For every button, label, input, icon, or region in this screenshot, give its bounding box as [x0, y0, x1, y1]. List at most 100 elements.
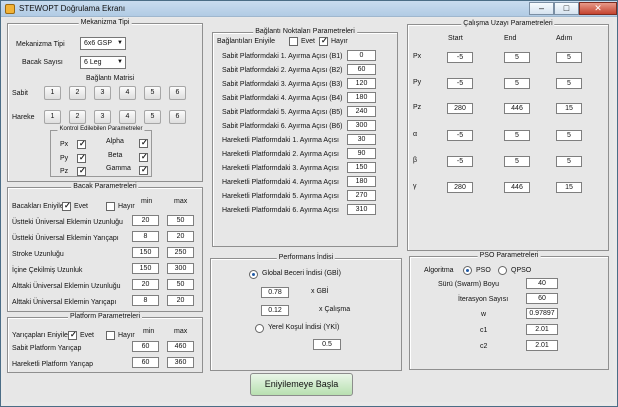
- optimize-connections-no-label: Hayır: [331, 38, 348, 45]
- connection-row-label: Hareketli Platformdaki 3. Ayırma Açısı: [222, 165, 339, 172]
- connection-row-input[interactable]: 0: [347, 50, 376, 61]
- moving-platform-radius-min-input[interactable]: 60: [132, 357, 159, 368]
- fixed-platform-radius-max-input[interactable]: 460: [167, 341, 194, 352]
- fixed-platform-radius-min-input[interactable]: 60: [132, 341, 159, 352]
- leg-row-label: İçine Çekilmiş Uzunluk: [12, 267, 83, 274]
- fixed-point-5[interactable]: 5: [144, 86, 161, 100]
- optimize-radii-no-checkbox[interactable]: [106, 331, 115, 340]
- param-py-checkbox[interactable]: [77, 153, 86, 163]
- workspace-step-input[interactable]: 15: [556, 182, 582, 193]
- pso-radio[interactable]: [463, 266, 472, 275]
- moving-point-2[interactable]: 2: [69, 110, 86, 124]
- param-gamma-checkbox[interactable]: [139, 165, 148, 175]
- moving-platform-radius-max-input[interactable]: 360: [167, 357, 194, 368]
- workspace-start-input[interactable]: -5: [447, 52, 473, 63]
- connection-row-label: Hareketli Platformdaki 2. Ayırma Açısı: [222, 151, 339, 158]
- param-beta-checkbox[interactable]: [139, 152, 148, 162]
- pso-row-input[interactable]: 60: [526, 293, 558, 304]
- fixed-point-2[interactable]: 2: [69, 86, 86, 100]
- fixed-point-3[interactable]: 3: [94, 86, 111, 100]
- connection-row-input[interactable]: 180: [347, 92, 376, 103]
- leg-count-dropdown[interactable]: 6 Leg: [80, 56, 126, 69]
- pso-row-input[interactable]: 2.01: [526, 324, 558, 335]
- connection-row-input[interactable]: 150: [347, 162, 376, 173]
- param-px-checkbox[interactable]: [77, 139, 86, 149]
- fixed-point-1[interactable]: 1: [44, 86, 61, 100]
- leg-row-min-input[interactable]: 20: [132, 215, 159, 226]
- workspace-start-input[interactable]: 280: [447, 182, 473, 193]
- local-index-radio[interactable]: [255, 324, 264, 333]
- gbi-weight-input[interactable]: 0.78: [261, 287, 289, 298]
- optimize-legs-yes-checkbox[interactable]: [62, 201, 71, 211]
- moving-point-5[interactable]: 5: [144, 110, 161, 124]
- param-px-label: Px: [60, 141, 69, 148]
- workspace-end-input[interactable]: 446: [504, 182, 530, 193]
- workspace-start-input[interactable]: 280: [447, 103, 473, 114]
- leg-row-max-input[interactable]: 20: [167, 295, 194, 306]
- workspace-start-input[interactable]: -5: [447, 130, 473, 141]
- leg-row-min-input[interactable]: 8: [132, 231, 159, 242]
- connection-row-input[interactable]: 240: [347, 106, 376, 117]
- title-bar[interactable]: STEWOPT Doğrulama Ekranı – □ ✕: [1, 1, 617, 17]
- pso-row-input[interactable]: 40: [526, 278, 558, 289]
- pso-row-input[interactable]: 2.01: [526, 340, 558, 351]
- optimize-connections-no-checkbox[interactable]: [319, 36, 328, 46]
- leg-row-min-input[interactable]: 150: [132, 263, 159, 274]
- connection-row-input[interactable]: 30: [347, 134, 376, 145]
- workspace-end-input[interactable]: 5: [504, 130, 530, 141]
- workspace-step-input[interactable]: 5: [556, 52, 582, 63]
- pso-row-label: c2: [480, 343, 488, 350]
- workspace-end-input[interactable]: 5: [504, 156, 530, 167]
- leg-row-max-input[interactable]: 20: [167, 231, 194, 242]
- start-optimization-button[interactable]: Eniyilemeye Başla: [250, 373, 353, 396]
- connection-row-input[interactable]: 300: [347, 120, 376, 131]
- connection-row-input[interactable]: 90: [347, 148, 376, 159]
- moving-point-6[interactable]: 6: [169, 110, 186, 124]
- leg-row-max-input[interactable]: 50: [167, 279, 194, 290]
- maximize-button[interactable]: □: [554, 2, 579, 15]
- leg-row-max-input[interactable]: 250: [167, 247, 194, 258]
- workspace-end-input[interactable]: 5: [504, 78, 530, 89]
- workspace-end-input[interactable]: 446: [504, 103, 530, 114]
- moving-point-4[interactable]: 4: [119, 110, 136, 124]
- leg-row-min-input[interactable]: 150: [132, 247, 159, 258]
- qpso-radio[interactable]: [498, 266, 507, 275]
- param-pz-checkbox[interactable]: [77, 166, 86, 176]
- close-button[interactable]: ✕: [579, 2, 617, 15]
- connection-row-input[interactable]: 60: [347, 64, 376, 75]
- leg-row-max-input[interactable]: 300: [167, 263, 194, 274]
- optimize-connections-yes-checkbox[interactable]: [289, 37, 298, 46]
- leg-row-max-input[interactable]: 50: [167, 215, 194, 226]
- workspace-step-input[interactable]: 5: [556, 78, 582, 89]
- workspace-step-input[interactable]: 5: [556, 130, 582, 141]
- work-weight-input[interactable]: 0.12: [261, 305, 289, 316]
- leg-row-label: Alttaki Üniversal Eklemin Yarıçapı: [12, 299, 117, 306]
- pso-row-input[interactable]: 0.97897: [526, 308, 558, 319]
- optimize-radii-label: Yarıçapları Eniyile: [12, 332, 68, 339]
- global-index-radio[interactable]: [249, 270, 258, 279]
- leg-panel-title: Bacak Parametreleri: [71, 183, 139, 190]
- connection-row-input[interactable]: 270: [347, 190, 376, 201]
- connection-row-input[interactable]: 120: [347, 78, 376, 89]
- connection-row-input[interactable]: 180: [347, 176, 376, 187]
- leg-row-min-input[interactable]: 20: [132, 279, 159, 290]
- fixed-point-4[interactable]: 4: [119, 86, 136, 100]
- moving-point-1[interactable]: 1: [44, 110, 61, 124]
- workspace-start-input[interactable]: -5: [447, 156, 473, 167]
- minimize-button[interactable]: –: [529, 2, 554, 15]
- workspace-start-input[interactable]: -5: [447, 78, 473, 89]
- param-alpha-checkbox[interactable]: [139, 138, 148, 148]
- workspace-end-input[interactable]: 5: [504, 52, 530, 63]
- connection-row-input[interactable]: 310: [347, 204, 376, 215]
- moving-point-3[interactable]: 3: [94, 110, 111, 124]
- mechanism-type-dropdown[interactable]: 6x6 GSP: [80, 37, 126, 50]
- local-index-input[interactable]: 0.5: [313, 339, 341, 350]
- pso-panel: PSO Parametreleri Algoritma PSO QPSO Sür…: [409, 252, 609, 370]
- workspace-step-input[interactable]: 5: [556, 156, 582, 167]
- optimize-legs-no-checkbox[interactable]: [106, 202, 115, 211]
- fixed-point-6[interactable]: 6: [169, 86, 186, 100]
- optimize-radii-yes-checkbox[interactable]: [68, 330, 77, 340]
- workspace-step-input[interactable]: 15: [556, 103, 582, 114]
- connection-panel-title: Bağlantı Noktaları Parametreleri: [253, 28, 357, 35]
- leg-row-min-input[interactable]: 8: [132, 295, 159, 306]
